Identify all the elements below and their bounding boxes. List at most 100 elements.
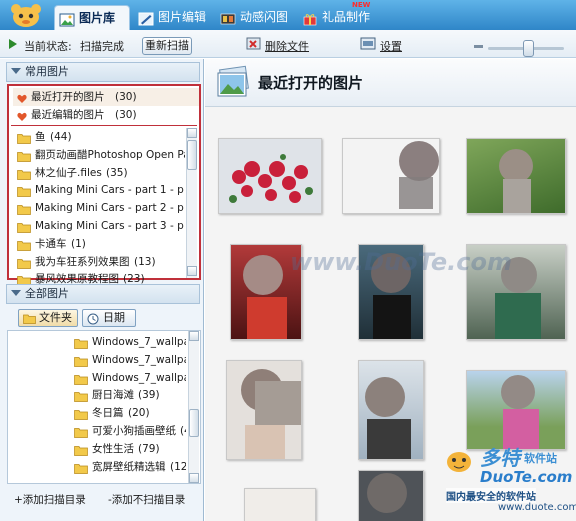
common-folders-scrollbar[interactable] (186, 128, 197, 278)
folder-label: 冬日篇 (92, 407, 124, 420)
collapse-arrow-icon (11, 68, 21, 74)
thumbnail-image[interactable] (226, 360, 302, 460)
brand-cn: 多特 (480, 446, 520, 470)
folder-count: (13) (134, 255, 156, 268)
all-folders-list: Windows_7_wallpape Windows_7_wallpape Wind… (7, 330, 201, 484)
settings-button[interactable]: 设置 (380, 38, 402, 54)
thumbnail-image[interactable] (218, 138, 322, 214)
zoom-slider-thumb[interactable] (523, 40, 534, 57)
folder-item[interactable]: 卡通车 (1) (13, 235, 185, 253)
scroll-thumb[interactable] (189, 409, 199, 437)
folder-item[interactable]: Windows_7_wallpape (70, 369, 186, 387)
blurred-face (365, 377, 405, 417)
folder-count: (20) (128, 407, 150, 420)
folder-icon (17, 185, 31, 198)
scroll-thumb[interactable] (187, 140, 197, 170)
folder-icon (17, 168, 31, 180)
heart-icon (17, 92, 27, 103)
scroll-up-button[interactable] (187, 128, 197, 138)
folder-label: 我为车狂系列效果图 (35, 255, 130, 268)
all-images-header[interactable]: 全部图片 (6, 284, 200, 304)
image-library-icon (59, 11, 75, 27)
folder-icon (74, 373, 88, 385)
folder-item[interactable]: Making Mini Cars - part 1 - p (13, 181, 185, 199)
folder-item[interactable]: 厨日海滩 (39) (70, 386, 186, 404)
dark-clothing (373, 295, 411, 339)
status-value: 扫描完成 (80, 40, 124, 53)
rescan-button[interactable]: 重新扫描 (142, 37, 192, 55)
delete-files-icon (246, 37, 262, 54)
blurred-face (501, 375, 535, 409)
folder-label: Making Mini Cars - part 1 - p (35, 184, 184, 197)
recent-label: 最近打开的图片 (31, 91, 105, 103)
thumbnail-image[interactable] (358, 470, 424, 521)
folder-label: Windows_7_wallpape (92, 353, 186, 366)
folder-label: 卡通车 (35, 237, 67, 250)
brand-url: www.duote.com (498, 502, 576, 513)
folder-label: 鱼 (35, 131, 46, 143)
blurred-area (255, 381, 301, 425)
folder-item[interactable]: 宽屏壁纸精选辑 (12 (70, 458, 186, 476)
delete-files-button[interactable]: 删除文件 (265, 38, 309, 54)
folder-item[interactable]: Windows_7_wallpape (70, 333, 186, 351)
brand-en: DuoTe.com (480, 468, 573, 486)
add-scan-dir-button[interactable]: +添加扫描目录 (14, 492, 86, 508)
folder-label: Windows_7_wallpape (92, 371, 186, 384)
thumbnail-image[interactable] (342, 138, 440, 214)
folder-label: 可爱小狗插画壁纸 (92, 425, 176, 437)
main-title: 最近打开的图片 (258, 74, 364, 92)
scroll-down-button[interactable] (189, 473, 199, 483)
folder-label: 宽屏壁纸精选辑 (92, 460, 166, 473)
folder-icon (74, 337, 88, 349)
folder-item[interactable]: 冬日篇 (20) (70, 404, 186, 422)
folder-item[interactable]: Making Mini Cars - part 3 - p (13, 217, 185, 235)
folder-item[interactable]: 鱼 (44) (13, 128, 185, 146)
status-label: 当前状态: (24, 40, 72, 53)
folder-icon (74, 444, 88, 456)
folder-icon (17, 150, 31, 162)
all-folders-scrollbar[interactable] (188, 331, 199, 483)
scroll-down-button[interactable] (187, 266, 197, 276)
folder-icon (74, 462, 88, 474)
tab-label: 动感闪图 (240, 10, 289, 24)
folder-count: (44) (50, 131, 72, 143)
zoom-out-icon[interactable] (474, 45, 483, 48)
recent-count: (30) (115, 109, 137, 121)
folder-label: Windows_7_wallpape (92, 336, 186, 348)
clock-icon (87, 313, 99, 330)
folder-count: (12 (170, 460, 186, 473)
blurred-area (399, 177, 433, 209)
folder-item[interactable]: 林之仙子.files (35) (13, 164, 185, 182)
tab-image-library[interactable]: 图片库 (54, 5, 130, 30)
top-tab-bar: 图片库 图片编辑 动感闪图 礼品制作 NEW (0, 0, 576, 30)
tab-date-view[interactable]: 日期 (82, 309, 136, 327)
tab-folder-view[interactable]: 文件夹 (18, 309, 78, 327)
folder-view-label: 文件夹 (39, 311, 72, 324)
clothing (245, 425, 285, 459)
photo-stack-icon (215, 64, 251, 100)
thumbnail-image[interactable] (244, 488, 316, 521)
dark-clothing (367, 419, 411, 459)
blurred-face (399, 141, 439, 181)
tab-flash-image[interactable]: 动感闪图 (216, 5, 294, 30)
folder-item[interactable]: 翻页动画醋Photoshop Open Page (13, 146, 185, 164)
scroll-up-button[interactable] (189, 331, 199, 341)
folder-item[interactable]: Making Mini Cars - part 2 - p (13, 199, 185, 217)
recent-opened-item[interactable]: 最近打开的图片 (30) (13, 88, 199, 106)
section-title: 常用图片 (25, 65, 69, 78)
folder-item[interactable]: 我为车狂系列效果图 (13) (13, 253, 185, 271)
divider (11, 125, 197, 126)
folder-item[interactable]: 可爱小狗插画壁纸 (4 (70, 422, 186, 440)
thumbnail-image[interactable] (358, 360, 424, 460)
tab-image-edit[interactable]: 图片编辑 (134, 5, 212, 30)
folder-item[interactable]: 女性生活 (79) (70, 440, 186, 458)
recent-edited-item[interactable]: 最近编辑的图片 (30) (13, 106, 199, 124)
folder-label: 翻页动画醋Photoshop Open Page (35, 148, 185, 161)
tab-label: 图片编辑 (158, 10, 207, 24)
thumbnail-image[interactable] (466, 138, 566, 214)
add-noscan-dir-button[interactable]: -添加不扫描目录 (108, 492, 185, 508)
common-images-header[interactable]: 常用图片 (6, 62, 200, 82)
gift-icon (302, 10, 318, 26)
settings-icon (360, 37, 376, 54)
folder-item[interactable]: Windows_7_wallpape (70, 351, 186, 369)
